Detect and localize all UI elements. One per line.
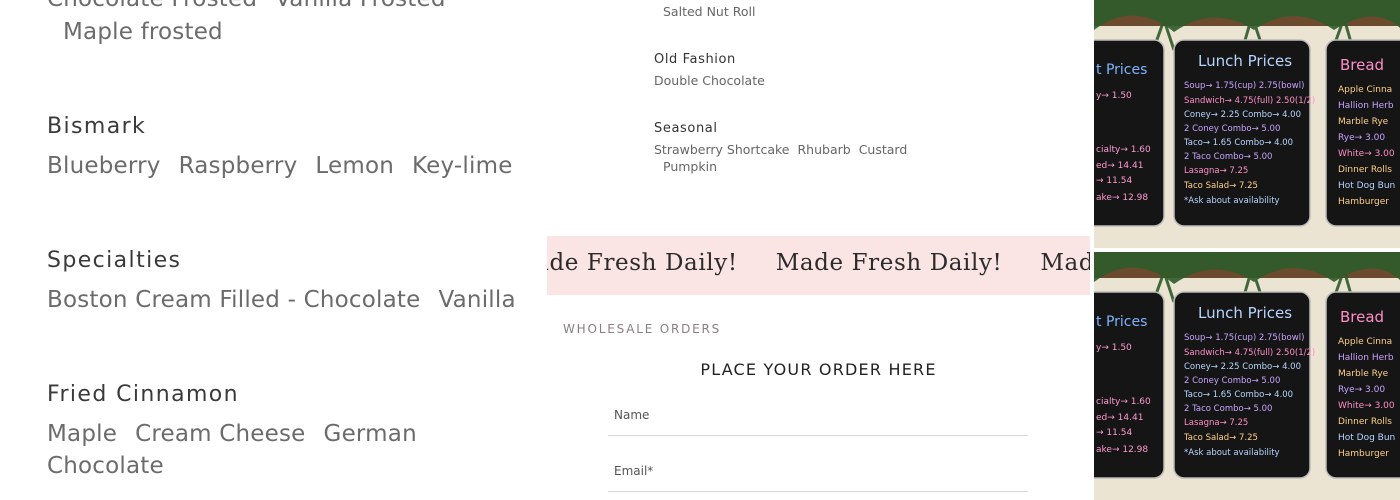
order-form-heading: PLACE YOUR ORDER HERE (700, 360, 937, 379)
board-line: Marble Rye (1338, 369, 1389, 379)
board-heading: Bread (1340, 56, 1384, 74)
board-line: Coney→ 2.25 Combo→ 4.00 (1184, 110, 1301, 120)
board-line: *Ask about availability (1184, 196, 1280, 206)
board-line: Soup→ 1.75(cup) 2.75(bowl) (1184, 81, 1304, 91)
board-heading: Lunch Prices (1198, 304, 1292, 322)
name-input[interactable] (614, 408, 1014, 422)
board-line: Taco Salad→ 7.25 (1183, 181, 1258, 191)
board-line: Hot Dog Bun (1338, 433, 1395, 443)
fried-cinnamon-heading: Fried Cinnamon (47, 382, 239, 407)
menu-item: Raspberry (178, 153, 298, 179)
board-line: Dinner Rolls (1338, 417, 1392, 427)
board-line: Taco→ 1.65 Combo→ 4.00 (1183, 138, 1293, 148)
board-line: White→ 3.00 (1338, 149, 1395, 159)
board-line: cialty→ 1.60 (1096, 145, 1151, 155)
bismark-heading: Bismark (47, 114, 147, 139)
wholesale-orders-label: WHOLESALE ORDERS (563, 322, 722, 336)
board-line: Lasagna→ 7.25 (1184, 418, 1248, 428)
old-fashion-heading: Old Fashion (654, 52, 736, 67)
specialties-heading: Specialties (47, 248, 182, 273)
board-line: Dinner Rolls (1338, 165, 1392, 175)
board-line: Soup→ 1.75(cup) 2.75(bowl) (1184, 333, 1304, 343)
seasonal-heading: Seasonal (654, 121, 718, 136)
menu-item: Blueberry (47, 153, 161, 179)
board-line: cialty→ 1.60 (1096, 397, 1151, 407)
menu-item: Key-lime (412, 153, 513, 179)
board-line: Hamburger (1338, 449, 1389, 459)
menu-item: Chocolate (47, 453, 164, 479)
board-line: Rye→ 3.00 (1338, 385, 1385, 395)
menu-item: Lemon (315, 153, 395, 179)
menu-item: Strawberry Shortcake (654, 142, 790, 157)
board-line: Hot Dog Bun (1338, 181, 1395, 191)
menu-board-photo-bottom: t Prices Lunch Prices Bread y→ 1.50 cial… (1094, 252, 1400, 500)
board-heading: Lunch Prices (1198, 52, 1292, 70)
board-line: Hallion Herb (1338, 101, 1394, 111)
board-line: 2 Taco Combo→ 5.00 (1184, 404, 1272, 414)
board-line: ed→ 14.41 (1096, 161, 1143, 171)
specialties-items: Boston Cream Filled - Chocolate Vanilla (47, 287, 534, 313)
menu-item: Custard (858, 142, 908, 157)
board-line: Sandwich→ 4.75(full) 2.50(1/2) (1184, 348, 1315, 358)
email-input[interactable] (614, 464, 1014, 478)
board-line: Coney→ 2.25 Combo→ 4.00 (1184, 362, 1301, 372)
name-field (608, 400, 1028, 436)
menu-item: Boston Cream Filled - Chocolate (47, 287, 421, 313)
board-line: Apple Cinna (1338, 85, 1392, 95)
board-line: Taco Salad→ 7.25 (1183, 433, 1258, 443)
board-line: Apple Cinna (1338, 337, 1392, 347)
bismark-items: Blueberry Raspberry Lemon Key-lime (47, 153, 531, 179)
board-line: → 11.54 (1096, 428, 1132, 438)
board-line: 2 Coney Combo→ 5.00 (1184, 124, 1280, 134)
menu-item: Maple frosted (63, 19, 223, 45)
middle-column: Salted Nut Roll Old Fashion Double Choco… (547, 0, 1092, 500)
board-heading: t Prices (1096, 314, 1147, 330)
board-heading: Bread (1340, 308, 1384, 326)
made-fresh-banner: Made Fresh Daily! Made Fresh Daily! Made F… (547, 236, 1090, 295)
board-line: Hamburger (1338, 197, 1389, 207)
frosted-line-top: Chocolate Frosted Vanilla Frosted (47, 0, 464, 12)
board-line: ake→ 12.98 (1096, 445, 1148, 455)
banner-text: Made Fresh Daily! (775, 250, 1003, 276)
board-line: Marble Rye (1338, 117, 1389, 127)
board-line: Taco→ 1.65 Combo→ 4.00 (1183, 390, 1293, 400)
board-line: Sandwich→ 4.75(full) 2.50(1/2) (1184, 96, 1315, 106)
board-line: ed→ 14.41 (1096, 413, 1143, 423)
menu-item: Pumpkin (663, 159, 717, 174)
menu-item: Cream Cheese (135, 421, 306, 447)
board-line: ake→ 12.98 (1096, 193, 1148, 203)
board-line: White→ 3.00 (1338, 401, 1395, 411)
board-line: *Ask about availability (1184, 448, 1280, 458)
menu-item: German (323, 421, 417, 447)
banner-text: Made Fresh Daily! (547, 250, 738, 276)
board-line: → 11.54 (1096, 176, 1132, 186)
donut-menu: Chocolate Frosted Vanilla Frosted Maple f… (0, 0, 540, 500)
fried-cinnamon-items: Maple Cream Cheese German (47, 421, 435, 447)
menu-item: Maple (47, 421, 118, 447)
email-field (608, 456, 1028, 492)
board-line: Rye→ 3.00 (1338, 133, 1385, 143)
board-line: y→ 1.50 (1096, 91, 1132, 101)
board-line: 2 Coney Combo→ 5.00 (1184, 376, 1280, 386)
board-line: Lasagna→ 7.25 (1184, 166, 1248, 176)
menu-item: Vanilla (438, 287, 516, 313)
menu-item: Salted Nut Roll (663, 4, 756, 19)
menu-board-photo-top: t Prices Lunch Prices Bread y→ 1.50 cial… (1094, 0, 1400, 248)
menu-item: Vanilla Frosted (275, 0, 446, 12)
board-heading: t Prices (1096, 62, 1147, 78)
menu-item: Rhubarb (797, 142, 851, 157)
menu-item: Chocolate Frosted (47, 0, 257, 12)
banner-text: Made Fresh Daily! (1040, 250, 1090, 276)
board-line: y→ 1.50 (1096, 343, 1132, 353)
board-line: Hallion Herb (1338, 353, 1394, 363)
seasonal-items: Strawberry Shortcake Rhubarb Custard (654, 142, 915, 157)
menu-item: Double Chocolate (654, 73, 765, 88)
banner-marquee: Made Fresh Daily! Made Fresh Daily! Made F… (547, 250, 1090, 276)
board-line: 2 Taco Combo→ 5.00 (1184, 152, 1272, 162)
